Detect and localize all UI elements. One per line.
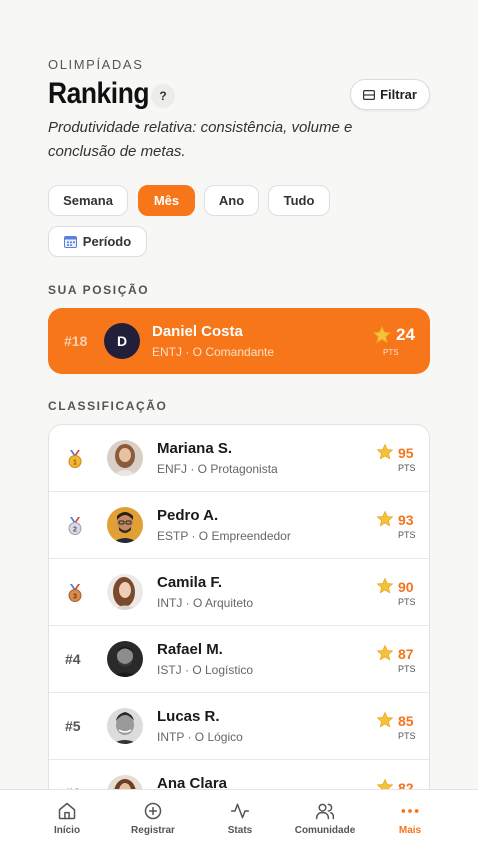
gold-medal-icon: 1 <box>68 450 82 468</box>
medal-number: 2 <box>73 527 77 534</box>
star-icon <box>376 443 394 460</box>
ranking-list: 1 Mariana S. ENFJ · O Protagonista 95 PT… <box>48 424 430 824</box>
row-name: Mariana S. <box>157 440 233 457</box>
nav-item-inicio[interactable]: Início <box>37 790 97 848</box>
avatar <box>107 507 143 543</box>
calendar-icon <box>63 236 77 248</box>
points-unit: PTS <box>398 463 416 473</box>
silver-medal-icon: 2 <box>68 517 82 535</box>
home-icon <box>58 802 76 820</box>
users-icon <box>315 803 335 820</box>
section-eyebrow: OLIMPÍADAS <box>48 57 144 72</box>
star-icon <box>376 510 394 527</box>
my-position-card[interactable]: #18 D Daniel Costa ENTJ · O Comandante 2… <box>48 308 430 374</box>
row-personality-type: ENFJ · O Protagonista <box>157 462 278 476</box>
filter-button[interactable]: Filtrar <box>350 79 430 110</box>
nav-item-mais[interactable]: Mais <box>385 790 435 848</box>
row-points: 90 <box>398 579 414 595</box>
row-name: Rafael M. <box>157 641 223 658</box>
avatar <box>107 708 143 744</box>
ranking-heading: CLASSIFICAÇÃO <box>48 399 168 413</box>
period-chip-custom[interactable]: Período <box>48 226 147 257</box>
nav-item-stats[interactable]: Stats <box>210 790 270 848</box>
row-points: 93 <box>398 512 414 528</box>
period-chip-year[interactable]: Ano <box>204 185 259 216</box>
avatar-initial: D <box>116 333 128 349</box>
ranking-row[interactable]: 1 Mariana S. ENFJ · O Protagonista 95 PT… <box>49 425 429 492</box>
row-points: 87 <box>398 646 414 662</box>
medal-number: 3 <box>73 594 77 601</box>
nav-item-registrar[interactable]: Registrar <box>118 790 188 848</box>
row-rank: #5 <box>65 718 81 734</box>
plus-circle-icon <box>144 802 162 820</box>
points-unit: PTS <box>398 731 416 741</box>
period-chip-all[interactable]: Tudo <box>268 185 330 216</box>
nav-label: Stats <box>227 825 253 836</box>
period-chip-week[interactable]: Semana <box>48 185 128 216</box>
nav-label: Início <box>53 825 81 836</box>
period-chip-label: Período <box>82 234 132 249</box>
period-chip-label: Ano <box>218 193 245 208</box>
my-personality-type: ENTJ · O Comandante <box>152 345 275 359</box>
avatar <box>107 440 143 476</box>
period-chip-label: Semana <box>63 193 113 208</box>
nav-item-comunidade[interactable]: Comunidade <box>287 790 363 848</box>
star-icon <box>376 577 394 594</box>
bronze-medal-icon: 3 <box>68 584 82 602</box>
row-name: Pedro A. <box>157 507 219 524</box>
points-unit: PTS <box>398 530 416 540</box>
avatar <box>107 641 143 677</box>
period-chip-month[interactable]: Mês <box>138 185 195 216</box>
nav-label: Registrar <box>131 825 175 836</box>
help-button[interactable]: ? <box>151 84 175 108</box>
period-chip-label: Tudo <box>283 193 315 208</box>
ranking-row[interactable]: 2 Pedro A. ESTP · O Empreendedor 93 PTS <box>49 492 429 559</box>
points-unit: PTS <box>398 597 416 607</box>
row-name: Camila F. <box>157 574 223 591</box>
more-icon <box>401 809 419 813</box>
nav-label: Comunidade <box>294 825 356 836</box>
period-chip-label: Mês <box>153 193 180 208</box>
nav-label: Mais <box>398 825 422 836</box>
my-name: Daniel Costa <box>152 323 243 340</box>
my-rank: #18 <box>64 333 88 349</box>
help-icon: ? <box>159 89 167 103</box>
avatar: D <box>104 323 140 359</box>
row-personality-type: INTP · O Lógico <box>157 730 243 744</box>
ranking-screen: OLIMPÍADAS Ranking ? Filtrar Produtivida… <box>0 0 478 848</box>
row-personality-type: ISTJ · O Logístico <box>157 663 254 677</box>
medal-number: 1 <box>73 460 77 467</box>
row-name: Lucas R. <box>157 708 220 725</box>
avatar <box>107 574 143 610</box>
my-position-heading: SUA POSIÇÃO <box>48 283 150 297</box>
ranking-row[interactable]: #4 Rafael M. ISTJ · O Logístico 87 PTS <box>49 626 429 693</box>
star-icon <box>376 644 394 661</box>
activity-icon <box>230 803 250 819</box>
row-rank: #4 <box>65 651 81 667</box>
star-icon <box>376 711 394 728</box>
ranking-row[interactable]: 3 Camila F. INTJ · O Arquiteto 90 PTS <box>49 559 429 626</box>
page-title: Ranking <box>48 77 150 110</box>
page-subtitle: Produtividade relativa: consistência, vo… <box>48 119 353 160</box>
my-points: 24 <box>396 325 415 344</box>
row-personality-type: ESTP · O Empreendedor <box>157 529 291 543</box>
ranking-row[interactable]: #5 Lucas R. INTP · O Lógico 85 PTS <box>49 693 429 760</box>
star-icon <box>372 325 392 344</box>
points-unit: PTS <box>398 664 416 674</box>
row-personality-type: INTJ · O Arquiteto <box>157 596 254 610</box>
filter-label: Filtrar <box>380 87 417 102</box>
points-unit: PTS <box>383 348 399 357</box>
row-points: 95 <box>398 445 414 461</box>
filter-icon <box>363 89 376 100</box>
bottom-nav: Início Registrar Stats Comunidade Mais <box>0 789 478 848</box>
row-points: 85 <box>398 713 414 729</box>
